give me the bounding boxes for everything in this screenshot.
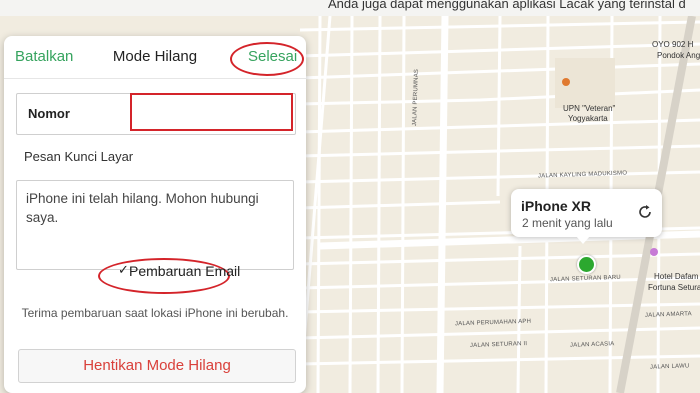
refresh-icon[interactable] xyxy=(636,203,654,221)
poi-upn-line2: Yogyakarta xyxy=(568,114,608,123)
top-banner: Anda juga dapat menggunakan aplikasi Lac… xyxy=(0,0,700,16)
phone-number-row: Nomor xyxy=(16,93,296,135)
lock-message-label: Pesan Kunci Layar xyxy=(24,149,134,164)
device-location-dot[interactable] xyxy=(577,255,596,274)
poi-upn-line1: UPN "Veteran" xyxy=(563,104,616,113)
lock-message-textarea[interactable]: iPhone ini telah hilang. Mohon hubungi s… xyxy=(16,180,294,270)
callout-pointer xyxy=(576,236,590,244)
email-updates-description: Terima pembaruan saat lokasi iPhone ini … xyxy=(21,306,289,320)
banner-text: Anda juga dapat menggunakan aplikasi Lac… xyxy=(328,0,686,11)
phone-number-label: Nomor xyxy=(28,106,70,121)
poi-hotel-line2: Fortuna Seturan xyxy=(648,283,700,292)
done-annotation-circle xyxy=(230,42,304,76)
stop-lost-mode-button[interactable]: Hentikan Mode Hilang xyxy=(18,349,296,383)
phone-number-input[interactable] xyxy=(130,93,293,131)
poi-hotel-line1: Hotel Dafam xyxy=(654,272,699,281)
device-name: iPhone XR xyxy=(521,198,592,214)
panel-header: Batalkan Mode Hilang Selesai xyxy=(4,36,306,79)
device-last-seen: 2 menit yang lalu xyxy=(522,216,613,230)
lost-mode-panel: Batalkan Mode Hilang Selesai Nomor Pesan… xyxy=(4,36,306,393)
poi-pondok: Pondok Ang xyxy=(657,51,700,60)
poi-oyo: OYO 902 H xyxy=(652,40,694,49)
checkmark-icon[interactable]: ✓ xyxy=(118,262,129,278)
device-callout[interactable]: iPhone XR 2 menit yang lalu xyxy=(511,189,662,237)
email-updates-label[interactable]: Pembaruan Email xyxy=(129,263,240,279)
